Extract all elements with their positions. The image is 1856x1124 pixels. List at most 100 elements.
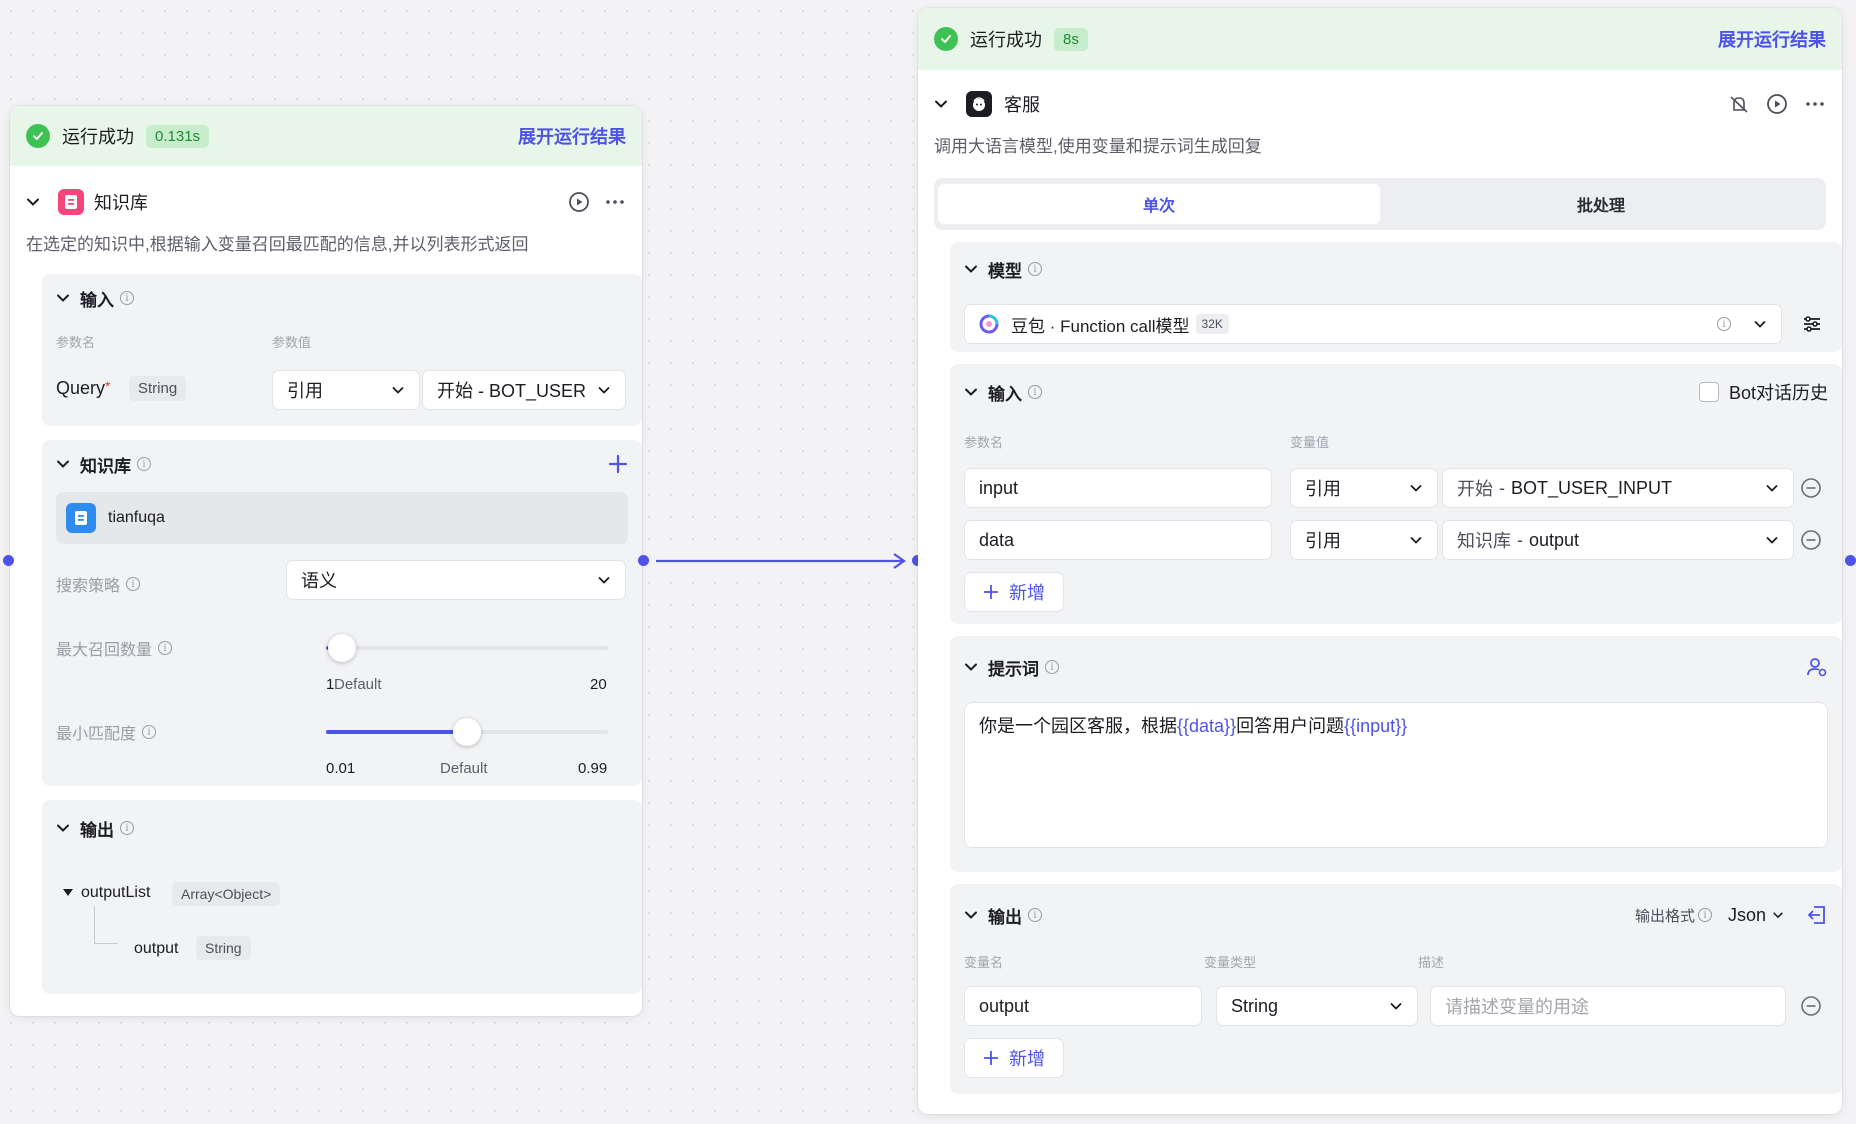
chevron-down-icon — [1390, 1002, 1402, 1010]
doubao-logo-icon — [979, 314, 999, 334]
remove-row-icon[interactable] — [1800, 995, 1822, 1017]
section-chevron-icon[interactable] — [56, 291, 70, 305]
info-icon: i — [158, 641, 173, 655]
mode-tabs: 单次 批处理 — [934, 178, 1826, 230]
max-recall-track[interactable] — [326, 646, 608, 650]
output-format-select[interactable]: Json — [1728, 905, 1784, 926]
llm-node[interactable]: 运行成功 8s 展开运行结果 客服 调用大语言模型,使用变量和提示词生成回复 单… — [918, 8, 1842, 1114]
plus-icon — [984, 1051, 998, 1065]
more-options-icon[interactable] — [604, 191, 626, 213]
output-list-name: outputList — [81, 884, 151, 901]
input-section-title: 输入 — [988, 384, 1022, 404]
section-chevron-icon[interactable] — [964, 660, 978, 674]
ref-value-select[interactable]: 开始 - BOT_USER — [422, 370, 626, 410]
bot-history-toggle[interactable]: Bot对话历史 — [1698, 379, 1828, 405]
tree-connector — [94, 906, 118, 944]
strategy-select[interactable]: 语义 — [286, 560, 626, 600]
min-match-default: Default — [440, 760, 488, 777]
ref-mode-select[interactable]: 引用 — [1290, 468, 1438, 508]
info-icon: i — [137, 457, 151, 471]
knowledge-item[interactable]: tianfuqa — [56, 492, 628, 544]
output-desc-input[interactable]: 请描述变量的用途 — [1430, 986, 1786, 1026]
ref-mode-select[interactable]: 引用 — [1290, 520, 1438, 560]
left-node-input-port[interactable] — [3, 555, 14, 566]
node-description: 调用大语言模型,使用变量和提示词生成回复 — [934, 137, 1262, 156]
output-section: 输出 i 输出格式 i Json 变量名 变量类型 描述 output Strin… — [950, 884, 1842, 1094]
strategy-label: 搜索策略 i — [56, 572, 141, 596]
add-output-button[interactable]: 新增 — [964, 1038, 1064, 1078]
col-var-value: 变量值 — [1290, 435, 1330, 450]
knowledge-section: 知识库 i tianfuqa 搜索策略 i 语义 最大召回数量 i 1 Defaul… — [42, 440, 642, 786]
chevron-down-icon — [1766, 536, 1778, 544]
max-recall-default: Default — [334, 676, 382, 693]
ref-value-select[interactable]: 开始 - BOT_USER_INPUT — [1442, 468, 1794, 508]
collapse-chevron-icon[interactable] — [934, 97, 948, 111]
knowledge-item-name: tianfuqa — [108, 509, 165, 526]
info-icon: i — [1697, 908, 1712, 922]
prompt-editor[interactable]: 你是一个园区客服，根据{{data}}回答用户问题{{input}} — [964, 702, 1828, 848]
connection-arrow[interactable] — [650, 550, 910, 572]
min-match-min: 0.01 — [326, 760, 356, 777]
param-name-input[interactable]: input — [964, 468, 1272, 508]
collapse-chevron-icon[interactable] — [26, 195, 40, 209]
run-status-bar: 运行成功 0.131s 展开运行结果 — [10, 106, 642, 166]
section-chevron-icon[interactable] — [56, 821, 70, 835]
info-icon: i — [126, 577, 141, 591]
min-match-thumb[interactable] — [453, 718, 481, 746]
run-time-badge: 8s — [1054, 27, 1088, 51]
prompt-variable-input: {{input}} — [1344, 716, 1408, 736]
remove-row-icon[interactable] — [1800, 477, 1822, 499]
node-description: 在选定的知识中,根据输入变量召回最匹配的信息,并以列表形式返回 — [26, 235, 529, 254]
bot-history-checkbox[interactable] — [1698, 382, 1719, 402]
section-chevron-icon[interactable] — [964, 262, 978, 276]
remove-row-icon[interactable] — [1800, 529, 1822, 551]
info-icon: i — [1028, 908, 1042, 922]
output-type-select[interactable]: String — [1216, 986, 1418, 1026]
col-param-value: 参数值 — [272, 335, 312, 350]
more-options-icon[interactable] — [1804, 93, 1826, 115]
knowledge-db-icon — [66, 503, 96, 533]
model-section-title: 模型 — [988, 261, 1022, 281]
chevron-down-icon — [392, 386, 404, 394]
ref-value-select[interactable]: 知识库 - output — [1442, 520, 1794, 560]
prompt-section-title: 提示词 — [988, 659, 1039, 679]
tree-caret-icon[interactable] — [62, 888, 74, 898]
tab-single[interactable]: 单次 — [938, 184, 1380, 224]
info-icon: i — [1045, 660, 1059, 674]
model-context-badge: 32K — [1195, 314, 1229, 334]
plus-icon — [984, 585, 998, 599]
run-play-icon[interactable] — [1766, 93, 1788, 115]
import-icon[interactable] — [1806, 904, 1828, 926]
left-node-output-port[interactable] — [638, 555, 649, 566]
model-select[interactable]: 豆包 · Function call模型 32K i — [964, 304, 1782, 344]
node-title: 客服 — [1004, 95, 1040, 115]
success-check-icon — [934, 27, 958, 51]
input-section-title: 输入 — [80, 290, 114, 310]
right-node-output-port[interactable] — [1845, 555, 1856, 566]
info-icon: i — [1717, 317, 1731, 331]
section-chevron-icon[interactable] — [56, 457, 70, 471]
max-recall-thumb[interactable] — [328, 634, 356, 662]
ref-mode-select[interactable]: 引用 — [272, 370, 420, 410]
section-chevron-icon[interactable] — [964, 385, 978, 399]
debug-off-icon[interactable] — [1728, 93, 1750, 115]
expand-result-link[interactable]: 展开运行结果 — [518, 123, 626, 149]
output-name-input[interactable]: output — [964, 986, 1202, 1026]
param-name: Query* — [56, 378, 111, 398]
knowledge-node[interactable]: 运行成功 0.131s 展开运行结果 知识库 在选定的知识中,根据输入变量召回最… — [10, 106, 642, 1016]
output-section-title: 输出 — [80, 820, 114, 840]
prompt-library-icon[interactable] — [1806, 656, 1828, 678]
chevron-down-icon — [1773, 912, 1783, 919]
run-play-icon[interactable] — [568, 191, 590, 213]
add-input-button[interactable]: 新增 — [964, 572, 1064, 612]
bot-history-label: Bot对话历史 — [1728, 383, 1828, 403]
model-name: 豆包 · Function call模型 — [1011, 316, 1190, 336]
add-knowledge-icon[interactable] — [608, 454, 628, 474]
tab-batch[interactable]: 批处理 — [1380, 184, 1822, 224]
col-param-name: 参数名 — [964, 435, 1004, 450]
model-settings-icon[interactable] — [1802, 314, 1822, 334]
expand-result-link[interactable]: 展开运行结果 — [1718, 26, 1826, 52]
output-list-type: Array<Object> — [172, 882, 281, 906]
section-chevron-icon[interactable] — [964, 908, 978, 922]
param-name-input[interactable]: data — [964, 520, 1272, 560]
